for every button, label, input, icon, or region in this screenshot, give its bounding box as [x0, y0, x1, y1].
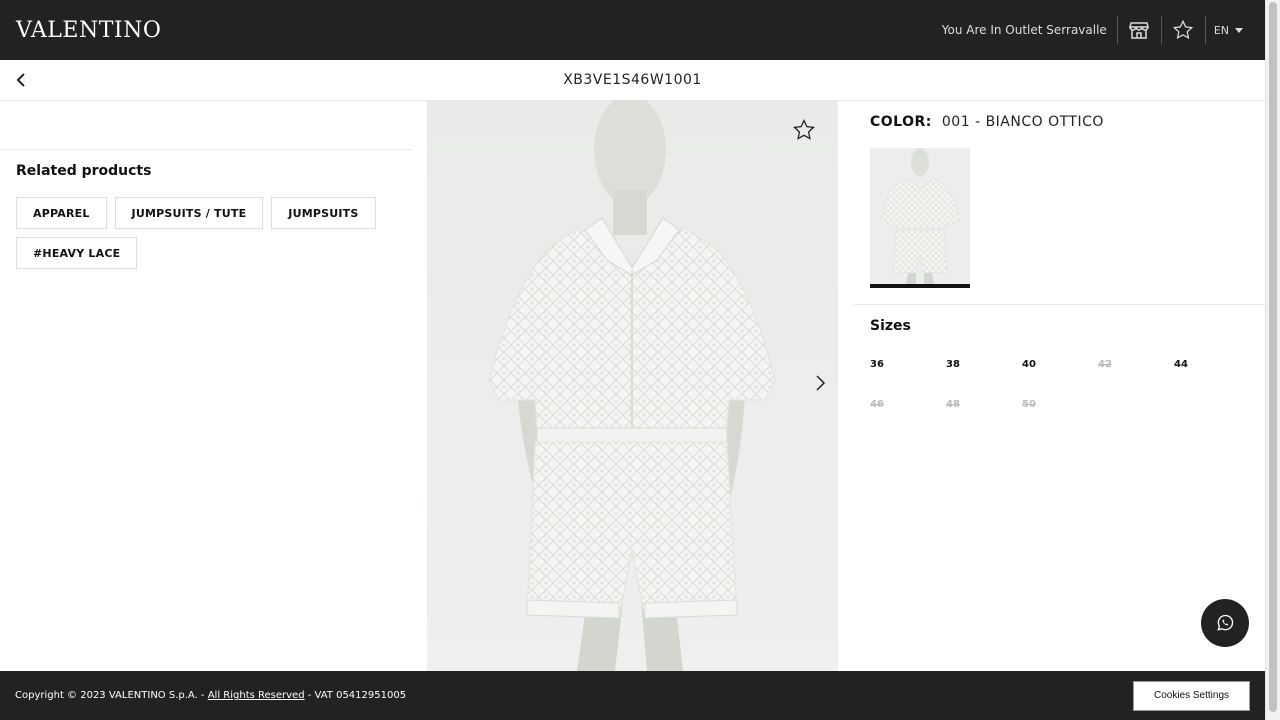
chevron-left-icon [16, 73, 25, 87]
star-icon[interactable] [1162, 0, 1205, 60]
valentino-logo[interactable]: VALENTINO [16, 18, 161, 43]
size-option-48-unavailable: 48 [946, 399, 960, 410]
tag-jumpsuits-tute[interactable]: JUMPSUITS / TUTE [114, 197, 264, 229]
size-option-50-unavailable: 50 [1022, 399, 1036, 410]
sizes-grid: 36 38 40 42 44 46 48 50 [870, 359, 1250, 413]
size-option-36[interactable]: 36 [870, 359, 946, 373]
swatch-thumbnail [879, 148, 961, 284]
chevron-right-icon [816, 375, 826, 391]
top-header: VALENTINO You Are In Outlet Serravalle E… [0, 0, 1265, 60]
color-row: COLOR: 001 - BIANCO OTTICO [870, 114, 1104, 130]
size-option-38[interactable]: 38 [946, 359, 1022, 373]
vat-text: - VAT 05412951005 [304, 690, 407, 701]
star-icon [793, 118, 815, 140]
related-tags: APPAREL JUMPSUITS / TUTE JUMPSUITS #HEAV… [16, 197, 396, 269]
store-icon[interactable] [1118, 0, 1161, 60]
product-code: XB3VE1S46W1001 [563, 72, 702, 88]
header-actions: You Are In Outlet Serravalle EN [942, 0, 1249, 60]
divider [854, 304, 1265, 305]
size-option-44[interactable]: 44 [1174, 359, 1250, 373]
language-label: EN [1213, 23, 1229, 37]
page-scrollbar[interactable] [1265, 0, 1280, 720]
size-option-42-unavailable: 42 [1098, 359, 1112, 370]
product-image-gallery[interactable] [427, 100, 838, 671]
add-to-wishlist-button[interactable] [792, 118, 816, 142]
chevron-down-icon [1235, 27, 1243, 33]
whatsapp-icon [1217, 614, 1234, 631]
size-option-40[interactable]: 40 [1022, 359, 1098, 373]
color-swatch-selected[interactable] [870, 148, 970, 288]
next-image-button[interactable] [810, 370, 830, 396]
tag-jumpsuits[interactable]: JUMPSUITS [271, 197, 376, 229]
color-label: COLOR: [870, 114, 932, 130]
size-option-46-unavailable: 46 [870, 399, 884, 410]
language-selector[interactable]: EN [1206, 24, 1249, 37]
copyright-text: Copyright © 2023 VALENTINO S.p.A. - All … [15, 690, 406, 701]
divider [0, 149, 411, 150]
tag-apparel[interactable]: APPAREL [16, 197, 107, 229]
footer: Copyright © 2023 VALENTINO S.p.A. - All … [0, 671, 1265, 720]
back-button[interactable] [10, 69, 32, 91]
related-products-title: Related products [16, 163, 152, 179]
scrollbar-thumb[interactable] [1269, 2, 1277, 712]
sizes-title: Sizes [870, 318, 911, 334]
product-image [488, 100, 776, 671]
copyright-prefix: Copyright © 2023 VALENTINO S.p.A. - [15, 690, 208, 701]
all-rights-reserved-link[interactable]: All Rights Reserved [208, 690, 305, 701]
outlet-location-text[interactable]: You Are In Outlet Serravalle [942, 23, 1117, 37]
whatsapp-chat-button[interactable] [1201, 599, 1249, 647]
tag-heavy-lace[interactable]: #HEAVY LACE [16, 237, 138, 269]
product-subheader: XB3VE1S46W1001 [0, 60, 1265, 101]
cookies-settings-button[interactable]: Cookies Settings [1133, 680, 1250, 711]
color-value: 001 - BIANCO OTTICO [941, 114, 1104, 130]
